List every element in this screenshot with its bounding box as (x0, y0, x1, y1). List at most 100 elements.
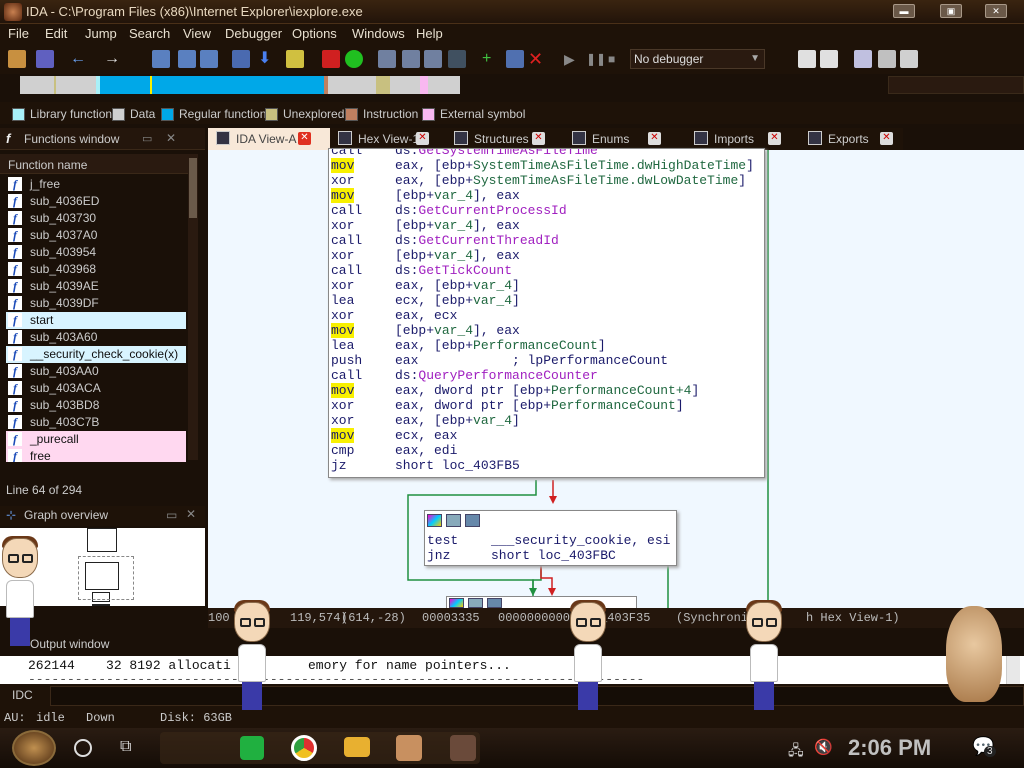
edit-icon[interactable] (286, 50, 304, 68)
code-line[interactable]: mov eax, dword ptr [ebp+PerformanceCount+… (331, 383, 699, 398)
function-list-scrollbar[interactable] (188, 154, 198, 460)
tab-enums[interactable]: Enums ✕ (564, 128, 670, 150)
start-button-icon[interactable] (12, 730, 56, 766)
function-list-item[interactable]: f sub_403C7B (6, 414, 186, 431)
close-icon[interactable]: ✕ (416, 132, 429, 145)
edit-block-icon[interactable] (446, 514, 461, 527)
code-line[interactable]: xor [ebp+var_4], eax (331, 218, 520, 233)
restore-icon[interactable]: ▭ (166, 508, 177, 522)
run-green-icon[interactable] (345, 50, 363, 68)
idc-command-input[interactable] (50, 686, 1024, 706)
ascii-icon[interactable] (424, 50, 442, 68)
function-list-item[interactable]: f _purecall (6, 431, 186, 448)
back-arrow-icon[interactable]: ← (70, 50, 88, 68)
code-line[interactable]: call ds:QueryPerformanceCounter (331, 368, 598, 383)
forward-arrow-icon[interactable]: → (104, 50, 122, 68)
close-icon[interactable]: ✕ (648, 132, 661, 145)
menu-jump[interactable]: Jump (85, 26, 117, 41)
color-icon[interactable] (427, 514, 442, 527)
menu-options[interactable]: Options (292, 26, 337, 41)
network-icon[interactable]: 🖧 (788, 740, 804, 764)
function-list-item[interactable]: f sub_4039DF (6, 295, 186, 312)
patch-icon[interactable] (506, 50, 524, 68)
menu-search[interactable]: Search (129, 26, 170, 41)
notes-app-icon[interactable] (240, 736, 264, 760)
graph-block-icon[interactable] (487, 598, 502, 608)
code-line[interactable]: xor eax, dword ptr [ebp+PerformanceCount] (331, 398, 684, 413)
code-block-main[interactable]: call ds:GetSystemTimeAsFileTime mov eax, [e… (328, 148, 765, 478)
function-list-item[interactable]: f sub_403AA0 (6, 363, 186, 380)
code-line[interactable]: mov eax, [ebp+SystemTimeAsFileTime.dwHigh… (331, 158, 754, 173)
function-list-item[interactable]: f sub_403ACA (6, 380, 186, 397)
close-icon[interactable]: ✕ (298, 132, 311, 145)
layout-icon[interactable] (878, 50, 896, 68)
code-block-check[interactable]: test ___security_cookie, esi jnz short loc… (424, 510, 677, 566)
down-arrow-icon[interactable]: ⬇ (258, 50, 276, 68)
save-icon[interactable] (36, 50, 54, 68)
menu-debugger[interactable]: Debugger (225, 26, 282, 41)
close-icon[interactable]: ✕ (532, 132, 545, 145)
debug-tool2-icon[interactable] (820, 50, 838, 68)
scrollbar-thumb[interactable] (189, 158, 197, 218)
code-icon[interactable] (378, 50, 396, 68)
code-line[interactable]: xor eax, [ebp+var_4] (331, 413, 520, 428)
menu-windows[interactable]: Windows (352, 26, 405, 41)
menu-view[interactable]: View (183, 26, 211, 41)
tab-exports[interactable]: Exports ✕ (800, 128, 903, 150)
tab-structures[interactable]: Structures ✕ (446, 128, 554, 150)
graph-block-icon[interactable] (465, 514, 480, 527)
function-list-item[interactable]: f sub_4037A0 (6, 227, 186, 244)
function-list-item[interactable]: f sub_403A60 (6, 329, 186, 346)
function-list-item[interactable]: f __security_check_cookie(x) (6, 346, 186, 363)
search-icon[interactable] (74, 739, 92, 757)
chrome-icon[interactable] (291, 735, 317, 761)
game-app-icon[interactable] (396, 735, 422, 761)
tab-imports[interactable]: Imports ✕ (686, 128, 792, 150)
hex-view-icon[interactable] (178, 50, 196, 68)
warning-icon[interactable] (322, 50, 340, 68)
navigation-strip[interactable] (20, 76, 460, 94)
navigation-combo[interactable] (888, 76, 1024, 94)
idc-button[interactable]: IDC (12, 688, 33, 702)
code-line[interactable]: xor [ebp+var_4], eax (331, 248, 520, 263)
close-icon[interactable]: ✕ (186, 507, 196, 521)
mute-speaker-icon[interactable]: 🔇 (814, 738, 833, 756)
code-line[interactable]: call ds:GetCurrentThreadId (331, 233, 559, 248)
menu-edit[interactable]: Edit (45, 26, 67, 41)
restore-icon[interactable]: ▭ (142, 132, 152, 145)
code-line[interactable]: xor eax, ecx (331, 308, 457, 323)
code-line[interactable]: call ds:GetTickCount (331, 263, 512, 278)
column-header-function-name[interactable]: Function name (0, 154, 190, 174)
color-icon[interactable] (449, 598, 464, 608)
code-line[interactable]: cmp eax, edi (331, 443, 457, 458)
function-list-item[interactable]: f sub_403BD8 (6, 397, 186, 414)
close-button[interactable]: ✕ (985, 4, 1007, 18)
code-line[interactable]: lea ecx, [ebp+var_4] (331, 293, 520, 308)
open-icon[interactable] (8, 50, 26, 68)
code-line[interactable]: mov [ebp+var_4], eax (331, 323, 520, 338)
function-list-item[interactable]: f start (6, 312, 186, 329)
function-list-item[interactable]: f sub_403968 (6, 261, 186, 278)
minimize-button[interactable]: ▬ (893, 4, 915, 18)
play-icon[interactable]: ▶ (564, 50, 582, 68)
clock[interactable]: 2:06 PM (848, 735, 931, 761)
tab-ida-view-a[interactable]: IDA View-A ✕ (208, 128, 330, 150)
code-line[interactable]: mov ecx, eax (331, 428, 457, 443)
output-window[interactable]: 262144 32 8192 allocati emory for name p… (0, 656, 1024, 687)
debugger-select[interactable]: No debugger ▼ (630, 49, 765, 69)
code-line[interactable]: call ds:GetSystemTimeAsFileTime (331, 149, 598, 158)
struct-icon[interactable] (448, 50, 466, 68)
function-list-item[interactable]: f sub_4036ED (6, 193, 186, 210)
edit-block-icon[interactable] (468, 598, 483, 608)
code-line[interactable]: jz short loc_403FB5 (331, 458, 520, 473)
settings-icon[interactable] (900, 50, 918, 68)
debug-tool-icon[interactable] (798, 50, 816, 68)
code-line[interactable]: xor eax, [ebp+var_4] (331, 278, 520, 293)
function-list-item[interactable]: f sub_4039AE (6, 278, 186, 295)
menu-file[interactable]: File (8, 26, 29, 41)
function-list-item[interactable]: f free (6, 448, 186, 462)
notifications-icon[interactable]: 💬 3 (972, 736, 998, 760)
code-line[interactable]: mov [ebp+var_4], eax (331, 188, 520, 203)
function-list-item[interactable]: f sub_403730 (6, 210, 186, 227)
code-line[interactable]: call ds:GetCurrentProcessId (331, 203, 567, 218)
